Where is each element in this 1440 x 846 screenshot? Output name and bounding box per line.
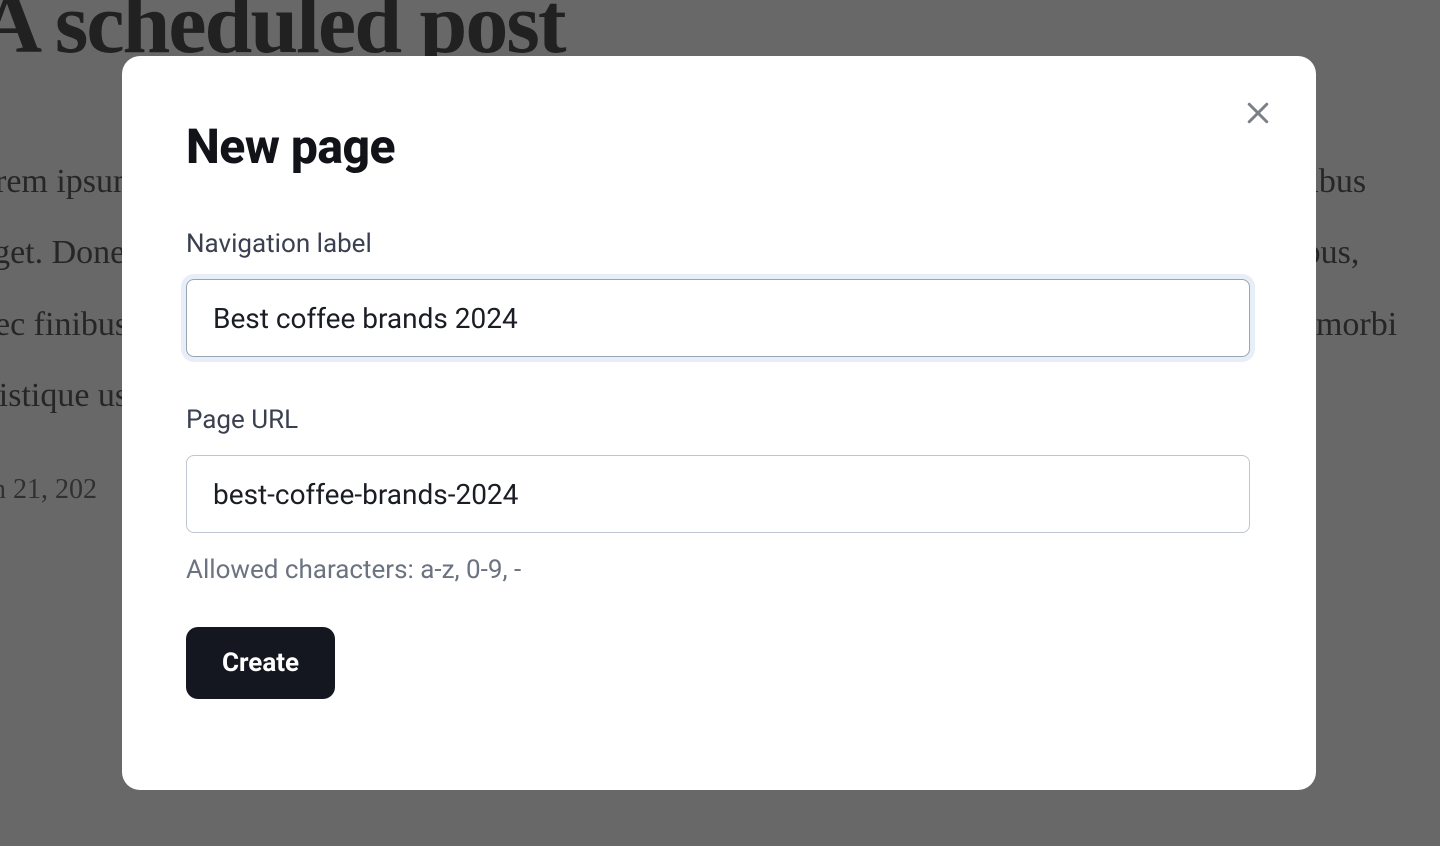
- new-page-modal: New page Navigation label Page URL Allow…: [122, 56, 1316, 790]
- page-url-label: Page URL: [186, 405, 1252, 435]
- modal-title: New page: [186, 118, 1252, 175]
- navigation-label-group: Navigation label: [186, 229, 1252, 357]
- page-url-input[interactable]: [186, 455, 1250, 533]
- page-url-hint: Allowed characters: a-z, 0-9, -: [186, 555, 1252, 585]
- close-button[interactable]: [1236, 92, 1280, 136]
- navigation-label-input[interactable]: [186, 279, 1250, 357]
- page-url-group: Page URL Allowed characters: a-z, 0-9, -: [186, 405, 1252, 585]
- navigation-label-label: Navigation label: [186, 229, 1252, 259]
- close-icon: [1243, 98, 1273, 131]
- create-button[interactable]: Create: [186, 627, 335, 699]
